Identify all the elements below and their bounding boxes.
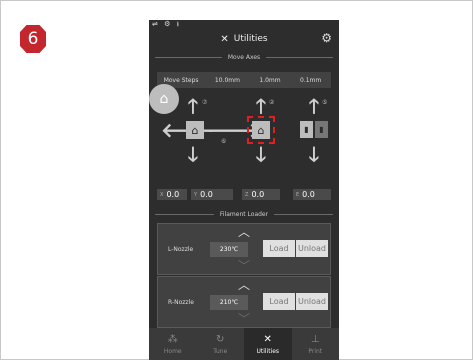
bottom-tab-bar: ⁂ Home ↻ Tune ✕ Utilities ⊥ Print	[149, 328, 339, 360]
refresh-icon: ↻	[216, 333, 225, 345]
move-steps-label: Move Steps	[163, 76, 199, 84]
l-nozzle-temperature: 230℃	[210, 242, 248, 257]
z-coordinate-readout: Z 0.0	[242, 189, 280, 200]
step-option-0.1mm[interactable]: 0.1mm	[297, 75, 324, 86]
home-all-icon: ⌂	[159, 91, 169, 107]
z-axis-marker: ②	[269, 99, 275, 106]
r-nozzle-load-button[interactable]: Load	[263, 293, 295, 310]
l-nozzle-unload-button[interactable]: Unload	[296, 240, 328, 257]
r-nozzle-panel: ︿ R-Nozzle 210℃ Load Unload ﹀	[157, 276, 331, 328]
move-x-left-arrow-icon[interactable]: 🡐	[161, 120, 215, 140]
title-bar: ✕ Utilities ⚙	[149, 28, 339, 50]
e-coordinate-readout: E 0.0	[293, 189, 331, 200]
r-nozzle-label: R-Nozzle	[168, 299, 194, 306]
y-axis-marker: ⑦	[202, 99, 208, 106]
tab-home[interactable]: ⁂ Home	[149, 328, 197, 360]
print-icon: ⊥	[310, 333, 320, 345]
tab-utilities[interactable]: ✕ Utilities	[244, 328, 292, 360]
move-y-down-arrow-icon[interactable]: 🡓	[183, 144, 203, 164]
move-axes-header: Move Axes	[149, 52, 339, 62]
step-option-10mm[interactable]: 10.0mm	[212, 75, 243, 86]
move-x-right-arrow-icon[interactable]: 🡒	[207, 120, 261, 140]
move-z-down-arrow-icon[interactable]: 🡓	[251, 144, 271, 164]
gear-icon[interactable]: ⚙	[321, 31, 332, 45]
move-steps-bar: Move Steps 10.0mm 1.0mm 0.1mm	[157, 72, 331, 88]
move-y-up-arrow-icon[interactable]: 🡑	[183, 96, 203, 116]
x-coordinate-readout: X 0.0	[157, 189, 187, 200]
home-tab-icon: ⁂	[167, 333, 178, 345]
home-all-button[interactable]: ⌂	[149, 84, 179, 114]
x-axis-marker: ⑥	[221, 138, 227, 145]
home-icon: ⌂	[257, 123, 265, 137]
page-title: Utilities	[233, 34, 268, 44]
filament-loader-title: Filament Loader	[219, 210, 269, 218]
move-z-up-arrow-icon[interactable]: 🡑	[251, 96, 271, 116]
l-nozzle-panel: ︿ L-Nozzle 230℃ Load Unload ﹀	[157, 223, 331, 275]
chevron-up-icon[interactable]: ︿	[234, 226, 254, 238]
right-nozzle-icon[interactable]: ▮	[315, 121, 328, 138]
home-xy-button[interactable]: ⌂	[186, 121, 204, 139]
y-coordinate-readout: Y 0.0	[191, 189, 233, 200]
home-z-button[interactable]: ⌂	[247, 116, 275, 144]
e-axis-marker: ⑤	[322, 99, 328, 106]
move-axes-title: Move Axes	[227, 53, 261, 61]
step-number-badge: 6	[20, 25, 46, 53]
left-nozzle-icon[interactable]: ▮	[300, 121, 313, 138]
tab-print[interactable]: ⊥ Print	[292, 328, 340, 360]
tools-icon: ✕	[220, 33, 229, 45]
phone-screen: ⇌ ⚙ ⭳ ✕ Utilities ⚙ Move Axes Move Steps…	[149, 20, 339, 360]
step-option-1mm[interactable]: 1.0mm	[256, 75, 283, 86]
l-nozzle-label: L-Nozzle	[168, 246, 194, 253]
move-e-down-arrow-icon[interactable]: 🡓	[304, 144, 324, 164]
r-nozzle-unload-button[interactable]: Unload	[296, 293, 328, 310]
filament-loader-header: Filament Loader	[149, 209, 339, 219]
home-icon: ⌂	[191, 123, 199, 137]
l-nozzle-load-button[interactable]: Load	[263, 240, 295, 257]
chevron-up-icon[interactable]: ︿	[234, 279, 254, 291]
chevron-down-icon[interactable]: ﹀	[234, 313, 254, 325]
move-e-up-arrow-icon[interactable]: 🡑	[304, 96, 324, 116]
chevron-down-icon[interactable]: ﹀	[234, 260, 254, 272]
tools-icon: ✕	[263, 333, 272, 345]
r-nozzle-temperature: 210℃	[210, 295, 248, 310]
tab-tune[interactable]: ↻ Tune	[197, 328, 245, 360]
